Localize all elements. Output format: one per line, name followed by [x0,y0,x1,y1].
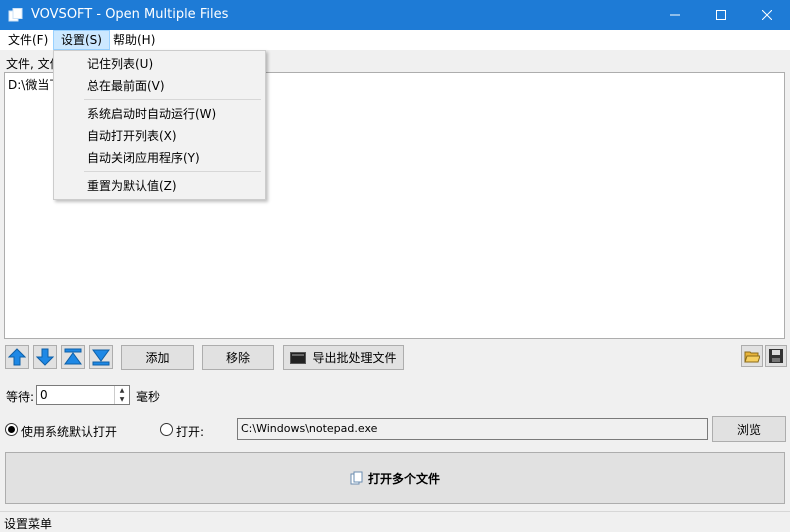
folder-open-icon [744,351,760,363]
minimize-icon [670,14,680,16]
status-bar: 设置菜单 [0,511,790,532]
default-open-label: 使用系统默认打开 [21,425,118,439]
menu-file[interactable]: 文件(F) [1,30,55,50]
move-bottom-button[interactable] [89,345,113,369]
minimize-button[interactable] [652,0,698,30]
spin-down-button[interactable]: ▼ [115,395,129,404]
default-open-radio[interactable] [5,423,18,436]
browse-button[interactable]: 浏览 [712,416,786,442]
menu-separator [84,99,261,100]
arrow-top-icon [64,348,82,365]
status-text: 设置菜单 [4,517,53,531]
move-up-button[interactable] [5,345,29,369]
menu-item-reset-defaults[interactable]: 重置为默认值(Z) [87,176,177,196]
program-path-field[interactable]: C:\Windows\notepad.exe [237,418,708,440]
arrow-down-icon [36,348,54,366]
maximize-icon [716,10,726,20]
wait-label: 等待: [6,390,35,404]
program-path-value: C:\Windows\notepad.exe [241,422,378,435]
window-title: VOVSOFT - Open Multiple Files [31,7,229,22]
open-with-radio[interactable] [160,423,173,436]
wait-value[interactable]: 0 [40,388,48,402]
spin-up-button[interactable]: ▲ [115,386,129,395]
export-batch-button[interactable]: 导出批处理文件 [283,345,404,370]
add-button[interactable]: 添加 [121,345,194,370]
menu-item-run-at-startup[interactable]: 系统启动时自动运行(W) [87,104,216,124]
close-button[interactable] [744,0,790,30]
arrow-up-icon [8,348,26,366]
move-top-button[interactable] [61,345,85,369]
files-icon [350,471,363,485]
menu-settings[interactable]: 设置(S) [53,30,110,50]
menu-item-always-on-top[interactable]: 总在最前面(V) [87,76,165,96]
wait-input[interactable]: 0 ▲ ▼ [36,385,130,405]
open-multiple-files-label: 打开多个文件 [367,471,440,486]
menu-item-auto-open-list[interactable]: 自动打开列表(X) [87,126,177,146]
settings-dropdown-menu: 记住列表(U) 总在最前面(V) 系统启动时自动运行(W) 自动打开列表(X) … [53,50,266,200]
open-list-button[interactable] [741,345,763,367]
open-multiple-files-button[interactable]: 打开多个文件 [5,452,785,504]
menu-item-auto-close-apps[interactable]: 自动关闭应用程序(Y) [87,148,200,168]
title-bar[interactable]: VOVSOFT - Open Multiple Files [0,0,790,30]
save-icon [769,349,783,363]
console-icon [290,351,307,364]
menu-bar: 文件(F) 设置(S) 帮助(H) [0,30,790,50]
save-list-button[interactable] [765,345,787,367]
menu-item-remember-list[interactable]: 记住列表(U) [87,54,153,74]
maximize-button[interactable] [698,0,744,30]
open-with-label: 打开: [176,425,205,439]
menu-separator [84,171,261,172]
app-icon [8,8,24,22]
menu-help[interactable]: 帮助(H) [106,30,162,50]
wait-unit: 毫秒 [136,390,161,404]
arrow-bottom-icon [92,349,110,366]
export-batch-label: 导出批处理文件 [312,351,397,365]
remove-button[interactable]: 移除 [202,345,274,370]
close-icon [762,10,772,20]
move-down-button[interactable] [33,345,57,369]
